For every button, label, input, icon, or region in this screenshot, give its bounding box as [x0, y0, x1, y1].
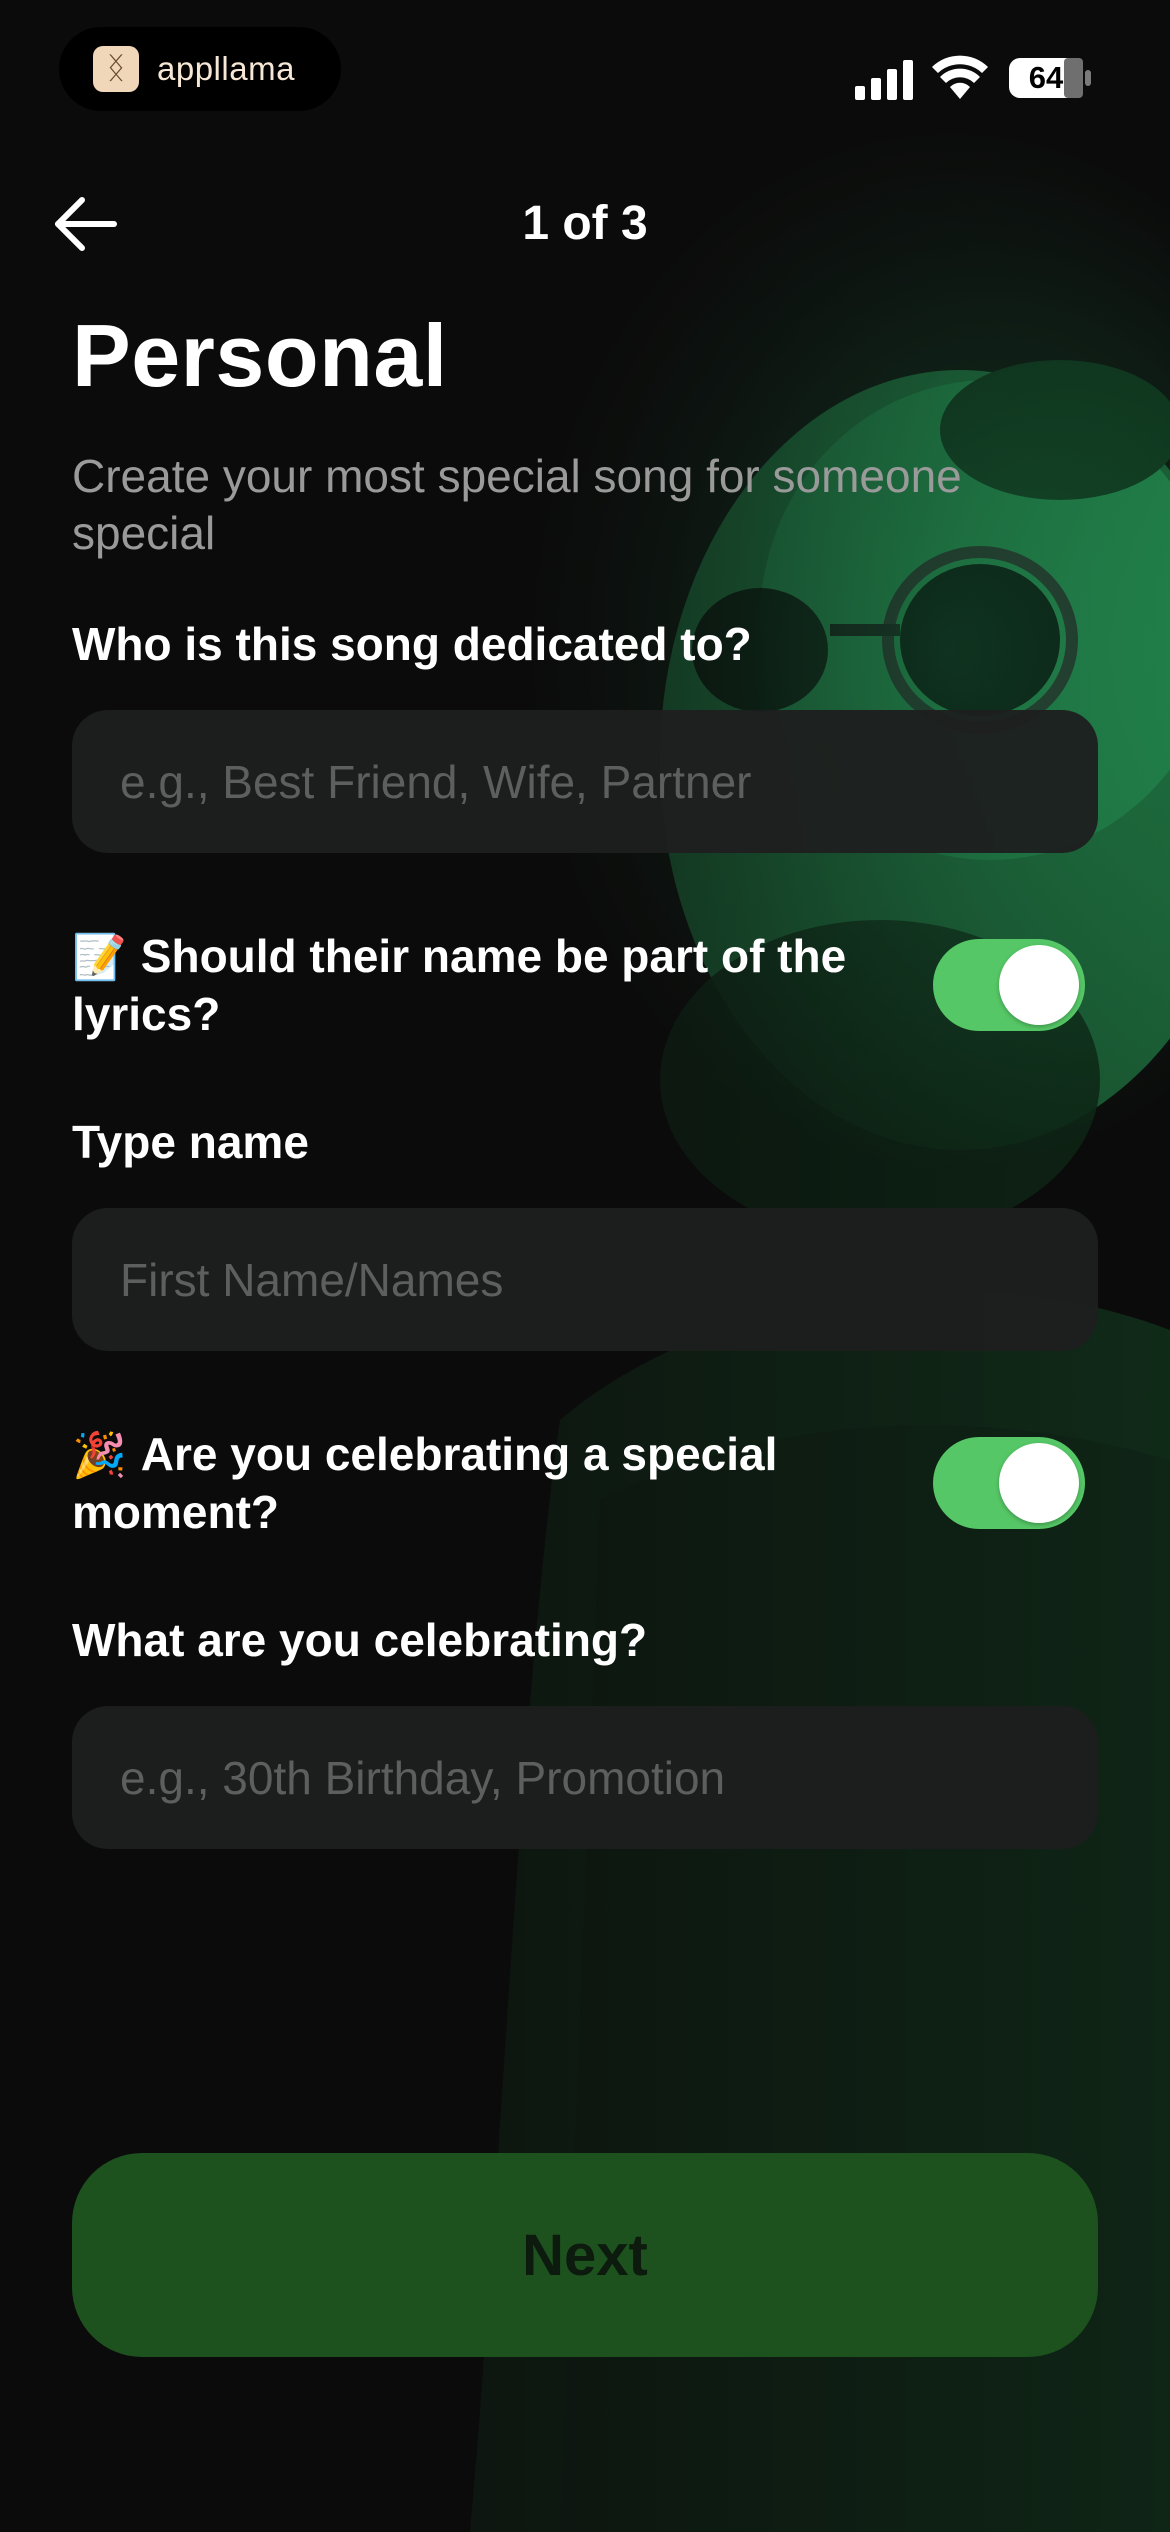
type-name-label: Type name [72, 1116, 309, 1168]
app-pill[interactable]: ᛝ appllama [59, 27, 341, 111]
memo-icon: 📝 [72, 933, 127, 982]
app-pill-label: appllama [157, 50, 295, 87]
name-input[interactable] [72, 1208, 1098, 1351]
dedicated-label: Who is this song dedicated to? [72, 618, 752, 670]
name-in-lyrics-question: 📝 Should their name be part of the lyrics… [72, 928, 872, 1043]
page-title: Personal [72, 306, 448, 405]
next-button[interactable]: Next [72, 2153, 1098, 2357]
page-subtitle: Create your most special song for someon… [72, 450, 962, 559]
battery-level: 64 [1028, 60, 1064, 95]
dedicated-input[interactable] [72, 710, 1098, 853]
party-popper-icon: 🎉 [72, 1431, 127, 1480]
name-in-lyrics-toggle[interactable] [933, 939, 1085, 1031]
toggle-knob [999, 1443, 1079, 1523]
celebrating-question-text: Are you celebrating a special moment? [72, 1428, 778, 1538]
celebrating-input[interactable] [72, 1706, 1098, 1849]
celebrating-label: What are you celebrating? [72, 1614, 648, 1666]
llama-logo-icon: ᛝ [93, 46, 139, 92]
celebrating-toggle[interactable] [933, 1437, 1085, 1529]
battery-icon: 64 [1008, 57, 1092, 99]
toggle-knob [999, 945, 1079, 1025]
step-indicator: 1 of 3 [522, 197, 648, 250]
wifi-icon [932, 55, 988, 99]
cellular-signal-icon [855, 60, 913, 100]
celebrating-question: 🎉 Are you celebrating a special moment? [72, 1426, 872, 1541]
name-in-lyrics-text: Should their name be part of the lyrics? [72, 930, 847, 1040]
